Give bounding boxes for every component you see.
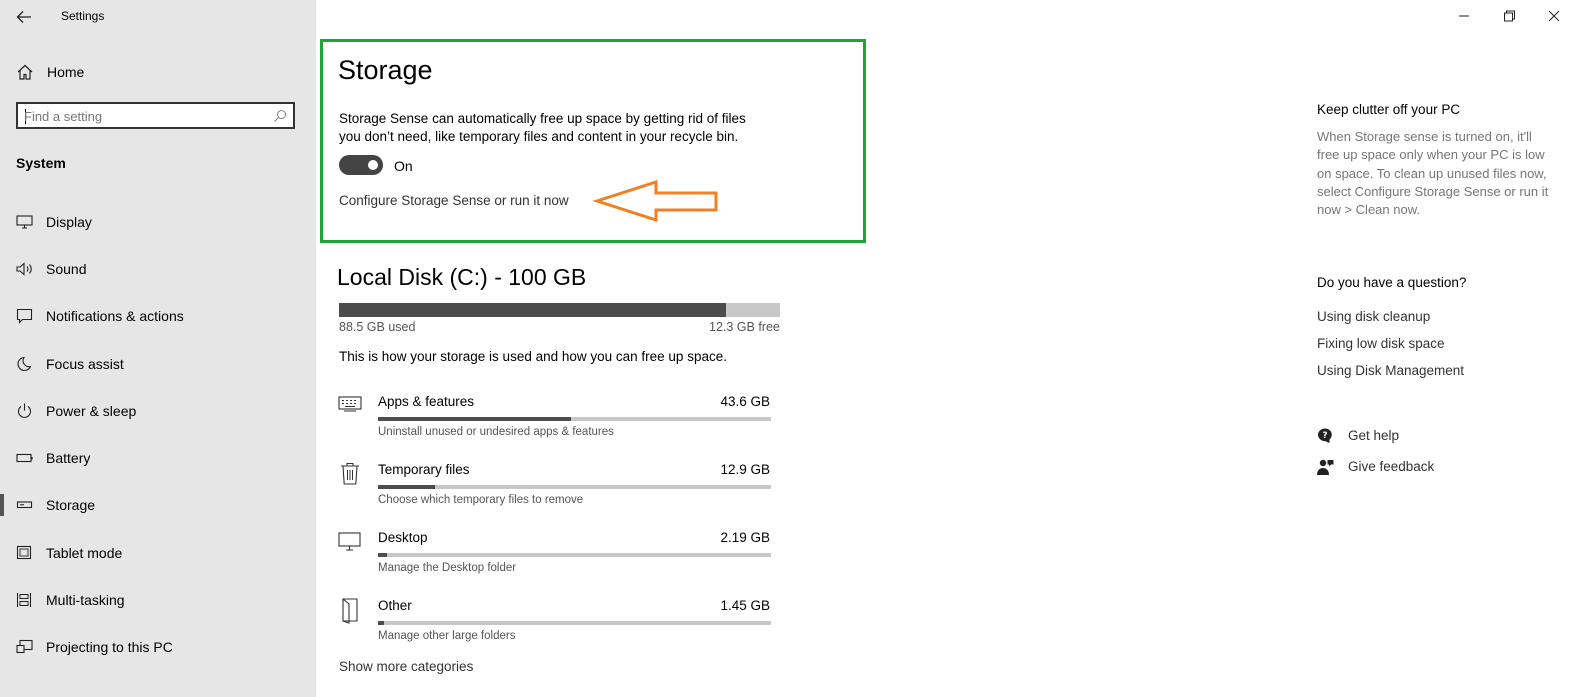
disk-usage-fill	[339, 303, 727, 317]
show-more-categories-link[interactable]: Show more categories	[339, 659, 473, 674]
storage-sense-toggle[interactable]	[339, 155, 383, 175]
question-heading: Do you have a question?	[1317, 275, 1467, 290]
category-usage-bar	[378, 553, 771, 557]
disk-free-label: 12.3 GB free	[709, 320, 780, 334]
sidebar-item-label: Focus assist	[46, 356, 124, 372]
search-input[interactable]	[24, 107, 264, 125]
feedback-person-icon	[1316, 458, 1334, 481]
restore-icon[interactable]	[1498, 5, 1520, 27]
sidebar-item-home[interactable]: Home	[0, 58, 316, 88]
category-size: 43.6 GB	[720, 394, 770, 409]
minimize-icon[interactable]	[1453, 5, 1475, 27]
notification-icon	[16, 308, 34, 324]
category-subtitle: Manage other large folders	[378, 630, 516, 642]
app-title: Settings	[61, 9, 105, 23]
disk-used-label: 88.5 GB used	[339, 320, 416, 334]
power-icon	[16, 403, 34, 419]
link-fixing-low-disk-space[interactable]: Fixing low disk space	[1317, 336, 1445, 351]
search-box[interactable]	[16, 102, 295, 129]
desktop-icon	[336, 528, 364, 556]
category-size: 12.9 GB	[720, 462, 770, 477]
tablet-icon	[16, 545, 34, 561]
sidebar-item-power-sleep[interactable]: Power & sleep	[0, 394, 316, 428]
svg-text:?: ?	[1322, 431, 1327, 441]
configure-storage-sense-link[interactable]: Configure Storage Sense or run it now	[339, 193, 569, 208]
sidebar-item-display[interactable]: Display	[0, 205, 316, 239]
sidebar-item-label: Tablet mode	[46, 545, 123, 561]
sidebar: Settings Home System Display Sound Notif…	[0, 0, 316, 697]
category-desktop[interactable]: Desktop 2.19 GB Manage the Desktop folde…	[336, 528, 776, 588]
get-help-button[interactable]: ? Get help	[1316, 426, 1516, 448]
toggle-knob	[368, 160, 378, 170]
multitasking-icon	[16, 592, 34, 608]
sidebar-item-tablet-mode[interactable]: Tablet mode	[0, 536, 316, 570]
usage-description: This is how your storage is used and how…	[339, 349, 727, 364]
keyboard-icon	[336, 392, 364, 420]
sidebar-item-label: Storage	[46, 497, 96, 513]
monitor-icon	[16, 214, 34, 230]
sidebar-item-sound[interactable]: Sound	[0, 252, 316, 286]
annotation-arrow-icon	[592, 179, 722, 229]
page-title: Storage	[338, 55, 433, 85]
battery-icon	[16, 450, 34, 466]
category-subtitle: Manage the Desktop folder	[378, 562, 517, 574]
category-size: 1.45 GB	[720, 598, 770, 613]
trash-icon	[336, 460, 364, 488]
category-usage-fill	[378, 485, 435, 489]
category-usage-bar	[378, 621, 771, 625]
tip-heading: Keep clutter off your PC	[1317, 102, 1461, 117]
home-icon	[16, 63, 34, 86]
storage-sense-description: Storage Sense can automatically free up …	[339, 111, 746, 144]
sidebar-item-label: Multi-tasking	[46, 592, 125, 608]
close-icon[interactable]	[1543, 5, 1565, 27]
storage-drive-icon	[16, 497, 34, 513]
category-subtitle: Uninstall unused or undesired apps & fea…	[378, 426, 614, 438]
sidebar-item-focus-assist[interactable]: Focus assist	[0, 347, 316, 381]
section-title: System	[16, 155, 66, 171]
sidebar-item-notifications[interactable]: Notifications & actions	[0, 299, 316, 333]
projecting-icon	[16, 639, 34, 655]
tip-text: When Storage sense is turned on, it'll f…	[1317, 129, 1549, 218]
toggle-state-label: On	[394, 158, 413, 174]
disk-usage-bar	[339, 303, 780, 317]
link-using-disk-cleanup[interactable]: Using disk cleanup	[1317, 309, 1430, 324]
give-feedback-label: Give feedback	[1348, 459, 1435, 474]
sidebar-item-label: Battery	[46, 450, 91, 466]
category-usage-bar	[378, 485, 771, 489]
sidebar-item-label: Notifications & actions	[46, 308, 184, 324]
link-using-disk-management[interactable]: Using Disk Management	[1317, 363, 1464, 378]
sidebar-item-multitasking[interactable]: Multi-tasking	[0, 583, 316, 617]
sidebar-item-label: Projecting to this PC	[46, 639, 173, 655]
sidebar-item-label: Display	[46, 214, 92, 230]
category-usage-fill	[378, 621, 384, 625]
category-usage-fill	[378, 417, 571, 421]
category-apps-features[interactable]: Apps & features 43.6 GB Uninstall unused…	[336, 392, 776, 452]
speaker-icon	[16, 261, 34, 277]
category-name: Apps & features	[378, 394, 475, 409]
sidebar-item-label: Sound	[46, 261, 87, 277]
sidebar-item-projecting[interactable]: Projecting to this PC	[0, 630, 316, 664]
category-name: Other	[378, 598, 412, 613]
sidebar-item-battery[interactable]: Battery	[0, 441, 316, 475]
back-arrow-icon[interactable]	[13, 6, 35, 28]
give-feedback-button[interactable]: Give feedback	[1316, 457, 1516, 479]
search-icon[interactable]	[273, 109, 287, 128]
sidebar-item-storage[interactable]: Storage	[0, 488, 316, 522]
chat-help-icon: ?	[1316, 427, 1334, 450]
category-name: Temporary files	[378, 462, 470, 477]
category-usage-bar	[378, 417, 771, 421]
category-subtitle: Choose which temporary files to remove	[378, 494, 584, 506]
category-name: Desktop	[378, 530, 428, 545]
disk-title: Local Disk (C:) - 100 GB	[337, 264, 587, 290]
category-size: 2.19 GB	[720, 530, 770, 545]
category-usage-fill	[378, 553, 387, 557]
category-temporary-files[interactable]: Temporary files 12.9 GB Choose which tem…	[336, 460, 776, 520]
category-other[interactable]: Other 1.45 GB Manage other large folders	[336, 596, 776, 656]
home-label: Home	[47, 64, 85, 80]
get-help-label: Get help	[1348, 428, 1400, 443]
folder-icon	[336, 596, 364, 624]
sidebar-item-label: Power & sleep	[46, 403, 137, 419]
moon-icon	[16, 356, 34, 372]
